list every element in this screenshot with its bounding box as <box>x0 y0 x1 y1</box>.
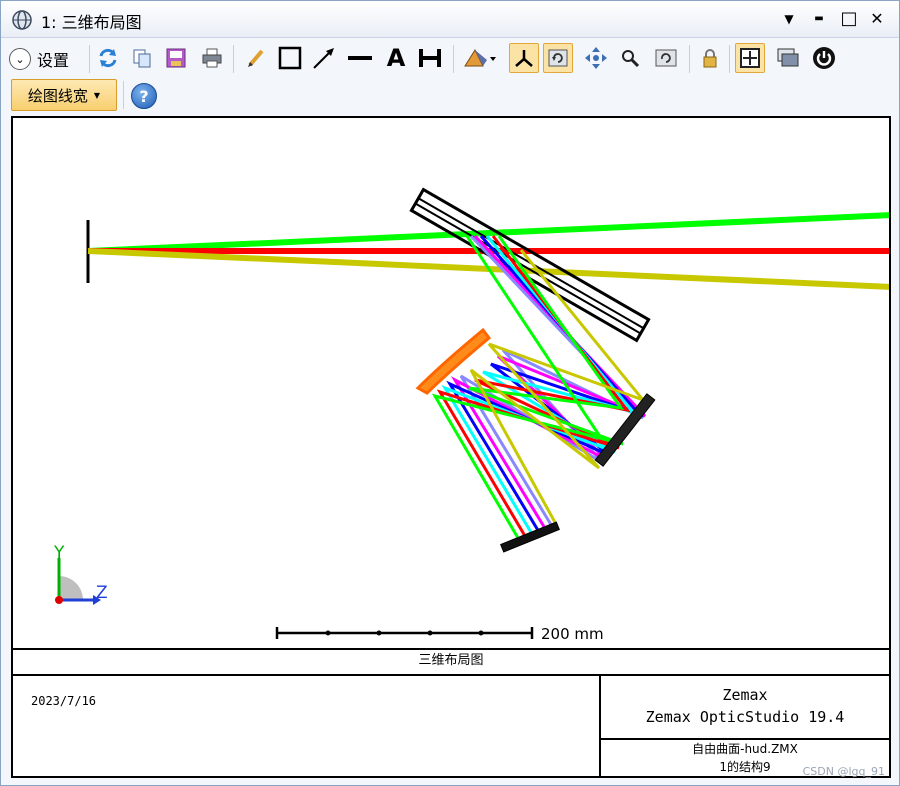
pan-icon <box>585 47 607 69</box>
lens-icon <box>12 10 32 30</box>
refresh-icon <box>99 48 117 68</box>
minimize-button[interactable]: ▬ <box>807 7 831 31</box>
fit-icon <box>740 48 760 68</box>
window-title: 1: 三维布局图 <box>41 13 142 32</box>
toolbar-secondary: 绘图线宽 ▼ ? <box>1 79 899 113</box>
copy-icon <box>133 49 151 68</box>
fit-window-button[interactable] <box>735 43 765 73</box>
info-panel-product: Zemax Zemax OpticStudio 19.4 <box>601 674 889 740</box>
dimension-tool-button[interactable] <box>415 43 445 73</box>
save-image-button[interactable] <box>161 43 191 73</box>
magnifier-icon <box>622 50 640 68</box>
arrow-tool-button[interactable] <box>309 43 339 73</box>
rectangle-icon <box>278 46 302 70</box>
save-icon <box>166 48 186 68</box>
plot-caption: 三维布局图 <box>13 648 889 676</box>
layout-plot: Y Z 200 mm 三维布局图 2023/7/16 Zemax Zemax O… <box>11 116 891 778</box>
reset-view-icon <box>548 49 568 67</box>
rectangle-tool-button[interactable] <box>275 43 305 73</box>
text-tool-button[interactable]: A <box>381 43 411 73</box>
chevron-down-icon: ⌄ <box>9 48 31 70</box>
line-tool-button[interactable] <box>345 43 375 73</box>
window-menu-button[interactable]: ▼ <box>777 7 801 31</box>
scale-bar-label: 200 mm <box>541 625 604 643</box>
maximize-button[interactable]: □ <box>837 7 861 31</box>
power-icon <box>813 47 835 69</box>
settings-button[interactable]: ⌄ 设置 <box>9 45 69 73</box>
folded-beams <box>431 234 648 539</box>
line-width-dropdown[interactable]: 绘图线宽 ▼ <box>11 79 117 111</box>
pencil-icon <box>248 49 264 67</box>
product-name: Zemax OpticStudio 19.4 <box>645 708 845 726</box>
toolbar-separator <box>123 81 124 109</box>
undo-zoom-button[interactable] <box>651 43 681 73</box>
axis-z-label: Z <box>96 583 108 603</box>
pencil-tool-button[interactable] <box>241 43 271 73</box>
brand-name: Zemax <box>722 686 768 704</box>
window-options-button[interactable] <box>773 43 803 73</box>
settings-label: 设置 <box>37 51 70 70</box>
title-bar: 1: 三维布局图 ▼ ▬ □ ✕ <box>1 1 899 38</box>
layout-drawing: Y Z 200 mm <box>53 187 889 643</box>
line-icon <box>348 56 372 60</box>
watermark: CSDN @lgq_91 <box>802 765 885 778</box>
image-source <box>500 521 560 553</box>
toolbar-separator <box>89 45 90 73</box>
refresh-button[interactable] <box>93 43 123 73</box>
dimension-icon <box>419 49 441 67</box>
undo-zoom-icon <box>655 49 677 67</box>
arrow-icon <box>313 48 334 69</box>
toolbar-separator <box>453 45 454 73</box>
lock-icon <box>703 49 717 68</box>
pan-button[interactable] <box>581 43 611 73</box>
dropdown-arrow-icon: ▼ <box>93 90 101 100</box>
toolbar-separator <box>689 45 690 73</box>
axes-icon <box>515 50 533 67</box>
printer-icon <box>202 48 222 68</box>
close-button[interactable]: ✕ <box>865 7 889 31</box>
print-button[interactable] <box>197 43 227 73</box>
axis-y-label: Y <box>53 543 65 563</box>
file-name: 自由曲面-hud.ZMX <box>692 742 798 756</box>
toolbar-main: ⌄ 设置 A <box>1 39 899 79</box>
toolbar-separator <box>729 45 730 73</box>
help-button[interactable]: ? <box>131 83 157 109</box>
toolbar-separator <box>233 45 234 73</box>
plot-date: 2023/7/16 <box>31 694 97 708</box>
rotate-view-dropdown[interactable] <box>459 43 499 73</box>
line-width-label: 绘图线宽 <box>27 86 88 105</box>
window-stack-icon <box>777 48 799 67</box>
zoom-button[interactable] <box>615 43 645 73</box>
layout-window: 1: 三维布局图 ▼ ▬ □ ✕ ⌄ 设置 A 绘图线宽 ▼ ? Y Z 200… <box>0 0 900 786</box>
scale-bar <box>275 627 534 639</box>
lock-button[interactable] <box>695 43 725 73</box>
copy-button[interactable] <box>127 43 157 73</box>
info-panel-left: 2023/7/16 <box>13 674 601 776</box>
axis-triad: Y Z <box>53 543 108 605</box>
rotate-view-icon <box>464 48 496 67</box>
auto-update-button[interactable] <box>809 43 839 73</box>
reset-view-button[interactable] <box>543 43 573 73</box>
axes-view-button[interactable] <box>509 43 539 73</box>
